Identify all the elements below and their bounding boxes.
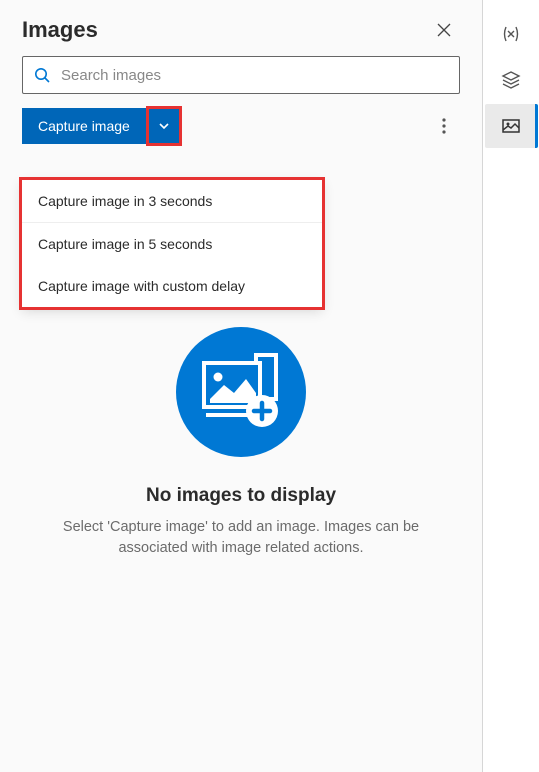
dropdown-item-3sec[interactable]: Capture image in 3 seconds <box>22 180 322 223</box>
empty-state-graphic <box>176 327 306 457</box>
dropdown-item-custom[interactable]: Capture image with custom delay <box>22 265 322 307</box>
empty-subtitle: Select 'Capture image' to add an image. … <box>50 517 432 559</box>
capture-button[interactable]: Capture image <box>22 108 146 144</box>
close-icon <box>437 23 451 37</box>
rail-item-images[interactable] <box>485 104 538 148</box>
panel-header: Images <box>0 0 482 56</box>
dropdown-item-5sec[interactable]: Capture image in 5 seconds <box>22 223 322 265</box>
image-add-icon <box>200 353 282 431</box>
chevron-down-icon <box>158 120 170 132</box>
search-box[interactable] <box>22 56 460 94</box>
rail-item-layers[interactable] <box>487 58 535 102</box>
capture-dropdown-menu: Capture image in 3 seconds Capture image… <box>22 180 322 307</box>
right-rail <box>483 0 539 772</box>
close-button[interactable] <box>428 14 460 46</box>
toolbar: Capture image <box>0 108 482 144</box>
variables-icon <box>501 24 521 44</box>
images-icon <box>501 116 521 136</box>
capture-split-button: Capture image <box>22 108 180 144</box>
search-container <box>0 56 482 108</box>
capture-dropdown-toggle[interactable] <box>148 108 180 144</box>
search-icon <box>33 66 51 84</box>
panel-title: Images <box>22 17 98 43</box>
more-options-button[interactable] <box>428 110 460 142</box>
images-panel: Images Capture image Capture image in 3 … <box>0 0 483 772</box>
empty-title: No images to display <box>146 485 336 507</box>
kebab-icon <box>442 118 446 134</box>
layers-icon <box>501 70 521 90</box>
rail-item-variables[interactable] <box>487 12 535 56</box>
search-input[interactable] <box>61 67 449 84</box>
